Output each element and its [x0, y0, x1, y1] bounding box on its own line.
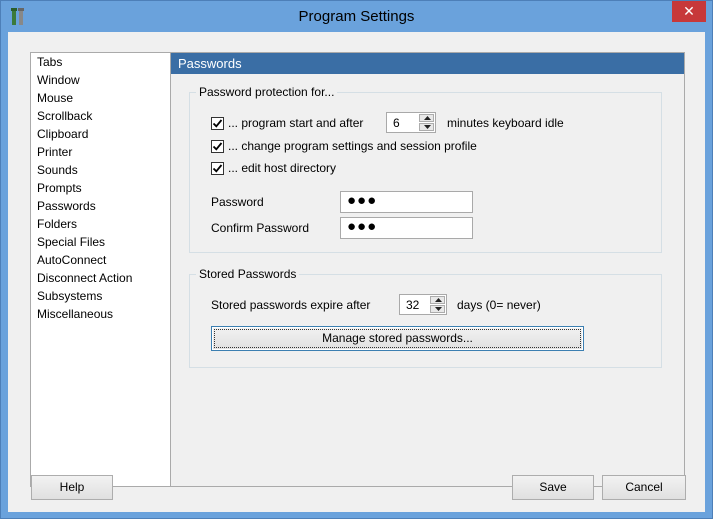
save-button[interactable]: Save	[512, 475, 594, 500]
expire-label: Stored passwords expire after	[211, 298, 371, 312]
spin-down-button[interactable]	[419, 123, 434, 131]
idle-minutes-spinner[interactable]: 6	[386, 112, 436, 133]
sidebar-item-autoconnect[interactable]: AutoConnect	[31, 251, 171, 269]
spin-up-button[interactable]	[430, 296, 445, 304]
spin-up-button[interactable]	[419, 114, 434, 122]
sidebar-item-sounds[interactable]: Sounds	[31, 161, 171, 179]
checkmark-icon	[212, 119, 223, 128]
help-button[interactable]: Help	[31, 475, 113, 500]
settings-category-list[interactable]: Tabs Window Mouse Scrollback Clipboard P…	[30, 52, 171, 487]
window-title: Program Settings	[298, 8, 415, 25]
expire-suffix: days (0= never)	[457, 298, 541, 312]
password-protection-title: Password protection for...	[196, 85, 338, 99]
cancel-button[interactable]: Cancel	[602, 475, 686, 500]
spin-down-button[interactable]	[430, 305, 445, 313]
dialog-client-area: Tabs Window Mouse Scrollback Clipboard P…	[8, 32, 705, 512]
idle-minutes-value[interactable]: 6	[393, 116, 400, 130]
expire-days-spinner[interactable]: 32	[399, 294, 447, 315]
sidebar-item-miscellaneous[interactable]: Miscellaneous	[31, 305, 171, 323]
checkmark-icon	[212, 164, 223, 173]
sidebar-item-scrollback[interactable]: Scrollback	[31, 107, 171, 125]
password-label: Password	[211, 195, 264, 209]
program-start-label: ... program start and after	[228, 116, 364, 130]
sidebar-item-mouse[interactable]: Mouse	[31, 89, 171, 107]
edit-host-directory-checkbox[interactable]	[211, 162, 224, 175]
sidebar-item-disconnect-action[interactable]: Disconnect Action	[31, 269, 171, 287]
password-protection-group: Password protection for... ... program s…	[189, 85, 662, 253]
sidebar-item-prompts[interactable]: Prompts	[31, 179, 171, 197]
close-button[interactable]: ✕	[672, 1, 706, 22]
arrow-up-icon	[424, 116, 431, 120]
confirm-password-label: Confirm Password	[211, 221, 310, 235]
sidebar-item-window[interactable]: Window	[31, 71, 171, 89]
checkmark-icon	[212, 142, 223, 151]
arrow-down-icon	[424, 125, 431, 129]
sidebar-item-printer[interactable]: Printer	[31, 143, 171, 161]
arrow-up-icon	[435, 298, 442, 302]
sidebar-item-tabs[interactable]: Tabs	[31, 53, 171, 71]
program-settings-window: Program Settings ✕ Tabs Window Mouse Scr…	[0, 0, 713, 519]
sidebar-item-clipboard[interactable]: Clipboard	[31, 125, 171, 143]
idle-minutes-suffix: minutes keyboard idle	[447, 116, 564, 130]
sidebar-item-special-files[interactable]: Special Files	[31, 233, 171, 251]
password-field[interactable]: ●●●	[340, 191, 473, 213]
close-icon: ✕	[683, 3, 695, 19]
change-settings-checkbox[interactable]	[211, 140, 224, 153]
stored-passwords-title: Stored Passwords	[196, 267, 300, 281]
panel-title: Passwords	[171, 53, 684, 74]
edit-host-directory-label: ... edit host directory	[228, 161, 337, 175]
change-settings-label: ... change program settings and session …	[228, 139, 477, 153]
expire-days-value[interactable]: 32	[406, 298, 419, 312]
sidebar-item-subsystems[interactable]: Subsystems	[31, 287, 171, 305]
sidebar-item-folders[interactable]: Folders	[31, 215, 171, 233]
sidebar-item-passwords[interactable]: Passwords	[31, 197, 171, 215]
title-bar[interactable]: Program Settings ✕	[1, 1, 712, 32]
manage-stored-passwords-button[interactable]: Manage stored passwords...	[211, 326, 584, 351]
stored-passwords-group: Stored Passwords Stored passwords expire…	[189, 267, 662, 368]
passwords-panel: Passwords Password protection for... ...…	[170, 52, 685, 487]
arrow-down-icon	[435, 307, 442, 311]
program-start-checkbox[interactable]	[211, 117, 224, 130]
confirm-password-field[interactable]: ●●●	[340, 217, 473, 239]
